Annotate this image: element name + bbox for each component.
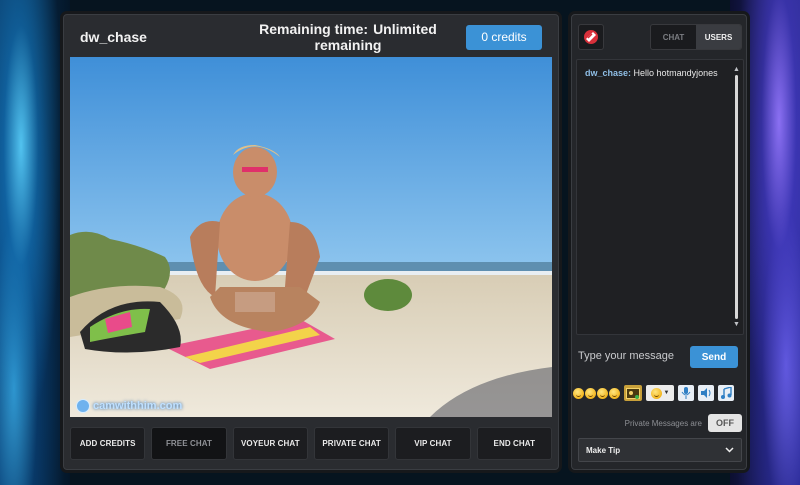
background-left-glow: [0, 0, 70, 485]
private-chat-button[interactable]: PRIVATE CHAT: [313, 427, 390, 460]
private-messages-toggle[interactable]: OFF: [708, 414, 742, 432]
microphone-icon[interactable]: [678, 385, 694, 401]
photo-icon[interactable]: [624, 385, 642, 401]
chat-log[interactable]: dw_chase: Hello hotmandyjones ▲ ▼: [576, 59, 744, 335]
scroll-up-icon[interactable]: ▲: [733, 66, 740, 73]
tab-users[interactable]: USERS: [696, 25, 741, 49]
chat-scrollbar[interactable]: ▲ ▼: [733, 66, 740, 328]
chat-message: dw_chase: Hello hotmandyjones: [585, 68, 735, 78]
vip-chat-button[interactable]: VIP CHAT: [395, 427, 471, 460]
site-logo: camwithhim.com: [76, 399, 182, 413]
video-stream[interactable]: camwithhim.com: [70, 57, 552, 417]
chevron-down-icon: [725, 447, 734, 453]
chat-message-sender: dw_chase:: [585, 68, 632, 78]
remaining-time: Remaining time: Unlimited remaining: [230, 21, 466, 53]
add-credits-button[interactable]: ADD CREDITS: [70, 427, 146, 460]
credits-button[interactable]: 0 credits: [466, 24, 542, 50]
chat-tabs: CHAT USERS: [650, 24, 742, 50]
scroll-thumb[interactable]: [735, 75, 738, 319]
speaker-icon[interactable]: [698, 385, 714, 401]
end-chat-button[interactable]: END CHAT: [476, 427, 552, 460]
smile-emoji-icon[interactable]: [573, 387, 584, 399]
happy-emoji-icon[interactable]: [597, 387, 608, 399]
chat-mode-buttons: ADD CREDITS FREE CHAT VOYEUR CHAT PRIVAT…: [70, 427, 552, 460]
video-header: dw_chase Remaining time: Unlimited remain…: [64, 15, 558, 59]
make-tip-label: Make Tip: [586, 445, 621, 455]
chat-message-text: Hello hotmandyjones: [633, 68, 718, 78]
voyeur-chat-button[interactable]: VOYEUR CHAT: [232, 427, 308, 460]
private-messages-row: Private Messages are OFF: [578, 413, 742, 433]
private-messages-label: Private Messages are: [624, 418, 702, 428]
emoji-dropdown-icon[interactable]: ▼: [646, 385, 674, 401]
blush-emoji-icon[interactable]: [609, 387, 620, 399]
send-button[interactable]: Send: [690, 346, 738, 368]
grin-emoji-icon[interactable]: [585, 387, 596, 399]
tip-button[interactable]: [578, 24, 604, 50]
logo-icon: [76, 399, 90, 413]
message-input[interactable]: [578, 345, 690, 367]
remaining-time-label: Remaining time:: [259, 21, 369, 37]
logo-text: camwithhim.com: [93, 400, 183, 412]
scroll-down-icon[interactable]: ▼: [733, 321, 740, 328]
tip-icon: [584, 30, 598, 44]
performer-username: dw_chase: [80, 29, 147, 45]
make-tip-select[interactable]: Make Tip: [578, 438, 742, 462]
chat-toolbar: ▼: [572, 384, 748, 402]
tab-chat[interactable]: CHAT: [651, 25, 696, 49]
video-panel: dw_chase Remaining time: Unlimited remain…: [63, 14, 559, 470]
chat-panel: CHAT USERS dw_chase: Hello hotmandyjones…: [571, 14, 747, 470]
video-frame: [70, 57, 552, 417]
emoji-picker-icon: [650, 387, 662, 399]
free-chat-button[interactable]: FREE CHAT: [151, 427, 227, 460]
chevron-down-icon: ▼: [663, 390, 670, 396]
music-icon[interactable]: [718, 385, 734, 401]
